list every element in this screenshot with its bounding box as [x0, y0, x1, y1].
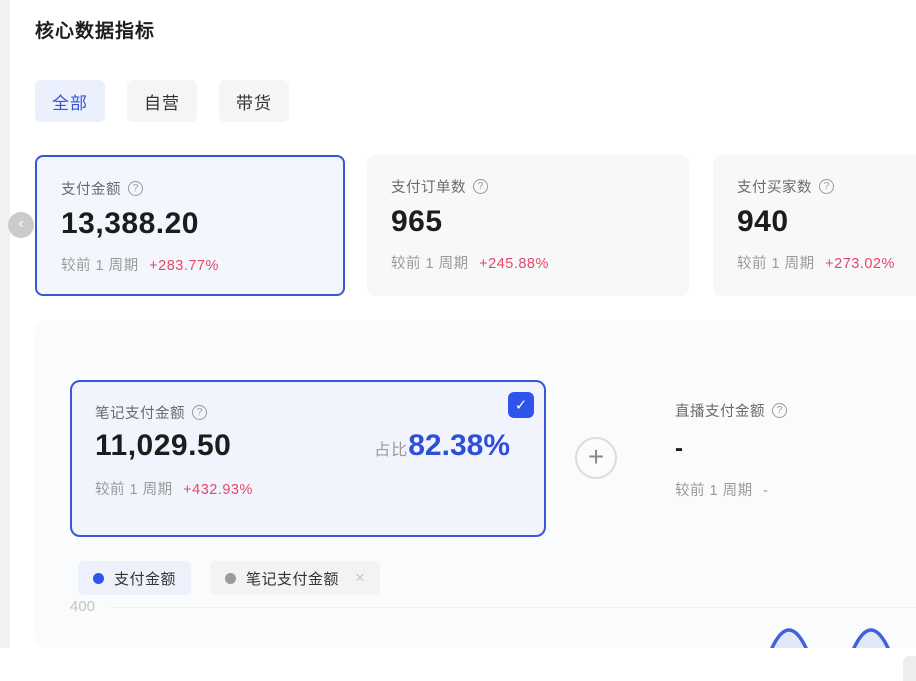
carousel-prev-button[interactable]: ‹: [8, 212, 34, 238]
note-card-checkbox[interactable]: ✓: [508, 392, 534, 418]
breakdown-compare: 较前 1 周期 +432.93%: [95, 478, 522, 499]
breakdown-card-note-payment[interactable]: 笔记支付金额 ? 11,029.50 占比 82.38% 较前 1 周期 +43…: [70, 380, 546, 537]
compare-label: 较前 1 周期: [95, 482, 173, 498]
metric-value: 965: [391, 205, 665, 239]
change-value: +283.77%: [149, 258, 219, 274]
metric-card-payment-amount[interactable]: 支付金额 ? 13,388.20 较前 1 周期 +283.77%: [35, 155, 345, 296]
legend-label: 支付金额: [114, 568, 176, 589]
y-axis-tick-400: 400: [70, 598, 95, 615]
legend-dot-gray: [225, 573, 236, 584]
help-icon[interactable]: ?: [128, 181, 143, 196]
compare-label: 较前 1 周期: [61, 258, 139, 274]
breakdown-section: 笔记支付金额 ? 11,029.50 占比 82.38% 较前 1 周期 +43…: [35, 320, 916, 648]
tab-self-operated[interactable]: 自营: [127, 80, 197, 122]
help-glyph: ?: [777, 405, 783, 416]
corner-widget-fragment: [903, 656, 916, 681]
legend-dot-blue: [93, 573, 104, 584]
legend-item-note-payment[interactable]: 笔记支付金额 ×: [210, 561, 380, 595]
chart-line-peaks: [740, 612, 916, 648]
check-icon: ✓: [515, 396, 528, 414]
breakdown-label: 直播支付金额: [675, 400, 765, 421]
page-edge-strip: [0, 0, 10, 648]
close-icon[interactable]: ×: [355, 568, 365, 588]
metric-compare: 较前 1 周期 +245.88%: [391, 252, 665, 273]
help-icon[interactable]: ?: [772, 403, 787, 418]
help-icon[interactable]: ?: [192, 405, 207, 420]
page-title: 核心数据指标: [35, 16, 155, 43]
tab-self-operated-label: 自营: [144, 89, 180, 114]
ratio: 占比 82.38%: [374, 429, 510, 463]
chart-legend: 支付金额 笔记支付金额 ×: [78, 561, 380, 595]
tab-all[interactable]: 全部: [35, 80, 105, 122]
metric-compare: 较前 1 周期 +273.02%: [737, 252, 916, 273]
help-glyph: ?: [824, 181, 830, 192]
metric-label: 支付金额: [61, 178, 121, 199]
change-value: +273.02%: [825, 256, 895, 272]
add-metric-button[interactable]: +: [575, 437, 617, 479]
ratio-value: 82.38%: [408, 429, 510, 463]
breakdown-card-live-payment[interactable]: 直播支付金额 ? - 较前 1 周期 -: [675, 400, 787, 500]
metric-card-payment-buyers[interactable]: 支付买家数 ? 940 较前 1 周期 +273.02%: [713, 155, 916, 296]
breakdown-value: -: [675, 435, 787, 463]
change-value: +432.93%: [183, 482, 253, 498]
ratio-label: 占比: [374, 436, 408, 460]
change-value: +245.88%: [479, 256, 549, 272]
help-icon[interactable]: ?: [473, 179, 488, 194]
metric-value: 13,388.20: [61, 207, 319, 241]
compare-label: 较前 1 周期: [737, 256, 815, 272]
metric-compare: 较前 1 周期 +283.77%: [61, 254, 319, 275]
help-icon[interactable]: ?: [819, 179, 834, 194]
tab-all-label: 全部: [52, 89, 88, 114]
breakdown-value: 11,029.50: [95, 429, 231, 463]
metric-card-payment-orders[interactable]: 支付订单数 ? 965 较前 1 周期 +245.88%: [367, 155, 689, 296]
scope-tabs: 全部 自营 带货: [35, 80, 289, 122]
metric-label: 支付订单数: [391, 176, 466, 197]
tab-promoted-label: 带货: [236, 89, 272, 114]
core-metrics-panel: 核心数据指标 全部 自营 带货 ‹ 支付金额 ? 13,388.20 较前 1 …: [0, 0, 916, 681]
chart-gridline: [110, 607, 916, 608]
plus-icon: +: [588, 443, 604, 471]
legend-label: 笔记支付金额: [246, 568, 339, 589]
compare-label: 较前 1 周期: [391, 256, 469, 272]
metric-label: 支付买家数: [737, 176, 812, 197]
breakdown-label: 笔记支付金额: [95, 402, 185, 423]
compare-label: 较前 1 周期: [675, 483, 753, 499]
help-glyph: ?: [478, 181, 484, 192]
change-value: -: [763, 483, 768, 499]
help-glyph: ?: [133, 183, 139, 194]
tab-promoted[interactable]: 带货: [219, 80, 289, 122]
metric-value: 940: [737, 205, 916, 239]
legend-item-payment-amount[interactable]: 支付金额: [78, 561, 191, 595]
breakdown-compare: 较前 1 周期 -: [675, 479, 787, 500]
help-glyph: ?: [197, 407, 203, 418]
chevron-left-icon: ‹: [18, 216, 23, 232]
